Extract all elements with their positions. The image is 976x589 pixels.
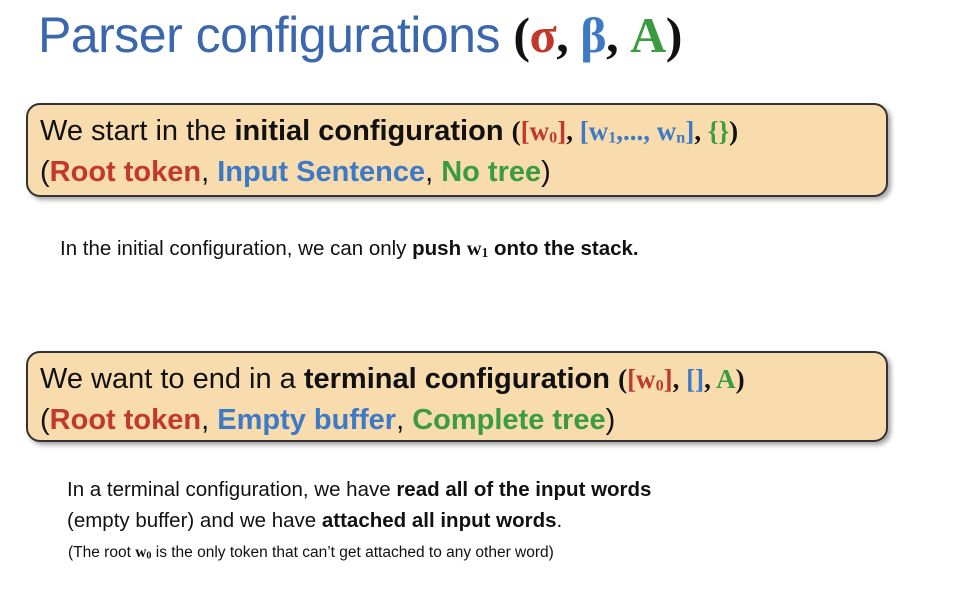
terminal-note-line-1: In a terminal configuration, we have rea… (67, 478, 652, 501)
terminal-root-token-label: Root token (49, 404, 202, 436)
title-comma-2: , (606, 7, 619, 63)
initial-note-text: In the initial configuration, we can onl… (60, 237, 413, 260)
initial-root-token-label: Root token (49, 156, 202, 188)
terminal-tuple-sep-1: , (672, 364, 687, 394)
title-a: A (630, 7, 666, 63)
initial-box-prefix: We start in the (40, 115, 235, 147)
terminal-tuple-stack: [w0] (627, 364, 673, 395)
terminal-configuration-box: We want to end in a terminal configurati… (26, 351, 888, 442)
terminal-note-bold-2: attached all input words (321, 509, 557, 532)
terminal-footnote: (The root w0 is the only token that can’… (68, 544, 554, 562)
initial-box-line-1: We start in the initial configuration ([… (40, 111, 886, 152)
terminal-tuple-open: ( (618, 364, 628, 394)
initial-note: In the initial configuration, we can onl… (60, 233, 639, 265)
initial-tuple-open: ( (511, 116, 521, 146)
initial-note-tail: onto the stack. (488, 237, 639, 260)
title-comma-1: , (556, 7, 569, 63)
initial-note-w1: w1 (466, 238, 489, 260)
title-tuple: (σ, β, A) (513, 7, 683, 63)
terminal-box-line-1: We want to end in a terminal configurati… (40, 359, 886, 400)
terminal-empty-buffer-label: Empty buffer (217, 404, 397, 436)
terminal-tuple-sep-2: , (704, 364, 717, 394)
terminal-complete-tree-label: Complete tree (412, 404, 606, 436)
initial-tuple-sep-2: , (694, 116, 708, 146)
initial-box-line-2: (Root token, Input Sentence, No tree) (40, 156, 551, 188)
initial-tuple: ([w0], [w1,..., wn], {}) (512, 116, 738, 146)
footnote-w0: w0 (135, 544, 152, 562)
title-sigma: σ (529, 7, 557, 63)
title-beta: β (580, 7, 607, 63)
initial-tuple-close: ) (729, 116, 739, 146)
initial-tuple-stack: [w0] (520, 116, 567, 147)
terminal-tuple-buffer: [] (686, 364, 705, 394)
terminal-tuple-close: ) (735, 364, 745, 394)
title-tuple-open: ( (513, 7, 530, 63)
terminal-tuple-arcs: A (716, 364, 736, 394)
initial-no-tree-label: No tree (441, 156, 542, 188)
initial-note-push: push (412, 237, 467, 260)
initial-tuple-buffer: [w1,..., wn] (579, 116, 695, 147)
initial-box-bold: initial configuration (234, 115, 504, 147)
slide-title: Parser configurations (σ, β, A) (38, 6, 682, 64)
terminal-box-bold: terminal configuration (303, 363, 610, 395)
terminal-box-prefix: We want to end in a (40, 363, 304, 395)
initial-configuration-box: We start in the initial configuration ([… (26, 103, 888, 197)
terminal-tuple: ([w0], [], A) (618, 364, 745, 394)
initial-tuple-arcs: {} (707, 116, 730, 146)
terminal-note: In a terminal configuration, we have rea… (67, 474, 651, 536)
terminal-note-bold-1: read all of the input words (396, 478, 652, 501)
title-text: Parser configurations (38, 7, 500, 63)
terminal-note-line-2: (empty buffer) and we have attached all … (67, 509, 563, 532)
initial-tuple-sep-1: , (566, 116, 580, 146)
initial-input-sentence-label: Input Sentence (217, 156, 426, 188)
title-tuple-close: ) (665, 7, 683, 63)
terminal-box-line-2: (Root token, Empty buffer, Complete tree… (40, 404, 616, 436)
